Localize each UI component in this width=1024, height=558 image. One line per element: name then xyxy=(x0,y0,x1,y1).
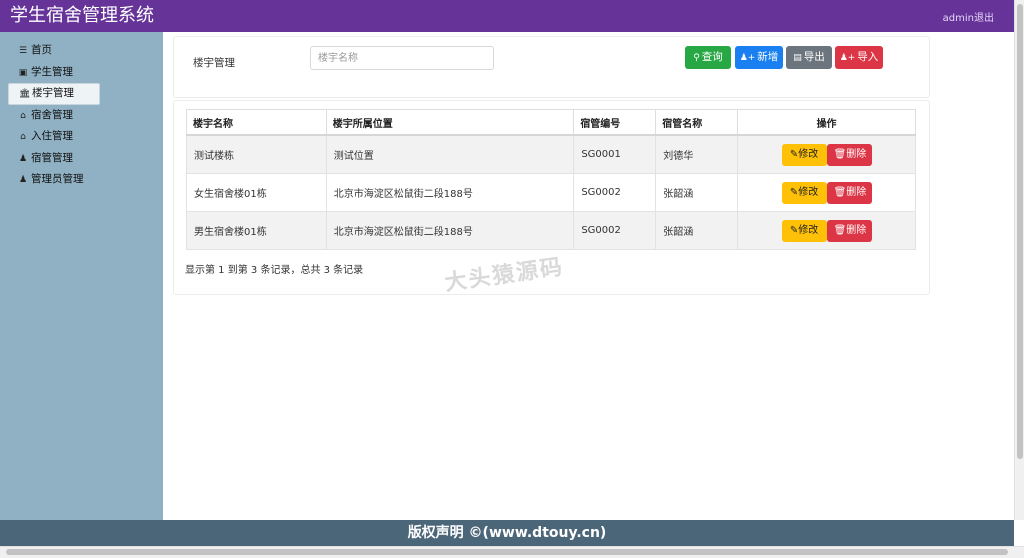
sidebar-item-label: 首页 xyxy=(31,44,52,56)
file-icon: ▤ xyxy=(793,53,802,63)
sidebar-nav: ☰ 首页 ▣ 学生管理 🏛 楼宇管理 ⌂ 宿舍管理 ⌂ 入住管理 ♟ 宿管管理 ♟ 管理员管理 xyxy=(8,40,100,191)
table-header-row: 楼宇名称 楼宇所属位置 宿管编号 宿管名称 操作 xyxy=(186,109,916,136)
horizontal-scrollbar-thumb[interactable] xyxy=(6,549,1008,555)
cell-location: 测试位置 xyxy=(325,134,575,174)
delete-button[interactable]: 🗑删除 xyxy=(826,181,872,204)
cell-manager-id: SG0001 xyxy=(573,134,657,174)
import-button-label: 导入 xyxy=(857,51,879,63)
username-link[interactable]: admin xyxy=(943,13,974,24)
cell-actions: ✎修改 🗑删除 xyxy=(737,134,916,174)
cell-location: 北京市海淀区松鼠街二段188号 xyxy=(325,211,575,250)
trash-icon: 🗑 xyxy=(833,224,847,236)
cell-building-name: 测试楼栋 xyxy=(186,134,327,174)
user-plus-icon: ♟+ xyxy=(839,53,856,63)
edit-button[interactable]: ✎修改 xyxy=(781,181,827,204)
cell-building-name: 女生宿舍楼01栋 xyxy=(186,173,327,212)
cell-manager-name: 张韶涵 xyxy=(655,211,739,250)
building-name-search-input[interactable] xyxy=(310,46,494,70)
add-button-label: 新增 xyxy=(757,51,779,63)
cell-manager-name: 张韶涵 xyxy=(655,173,739,212)
logout-link[interactable]: 退出 xyxy=(974,13,994,24)
user-icon: ♟ xyxy=(18,153,28,164)
import-button[interactable]: ♟+ 导入 xyxy=(835,46,883,69)
horizontal-scrollbar[interactable] xyxy=(0,546,1024,558)
cell-manager-id: SG0002 xyxy=(573,173,657,212)
export-button-label: 导出 xyxy=(803,51,825,63)
search-panel: 楼宇管理 ⚲查询 ♟+新增 ▤导出 ♟+导入 xyxy=(173,36,930,98)
cell-manager-id: SG0002 xyxy=(573,211,657,250)
delete-button-label: 删除 xyxy=(846,148,867,160)
user-plus-icon: ♟+ xyxy=(739,53,756,63)
column-header-name[interactable]: 楼宇名称 xyxy=(186,109,327,136)
home-icon: ⌂ xyxy=(20,110,26,121)
sidebar-item-dorms[interactable]: ⌂ 宿舍管理 xyxy=(8,105,86,127)
home-icon: ⌂ xyxy=(20,132,26,142)
table-row: 测试楼栋 测试位置 SG0001 刘德华 ✎修改 🗑删除 xyxy=(186,134,916,174)
footer: 版权声明 ©(www.dtouy.cn) xyxy=(0,520,1014,546)
pencil-icon: ✎ xyxy=(789,148,799,160)
search-icon: ⚲ xyxy=(693,53,700,63)
cell-building-name: 男生宿舍楼01栋 xyxy=(186,211,327,250)
table-row: 女生宿舍楼01栋 北京市海淀区松鼠街二段188号 SG0002 张韶涵 ✎修改 🗑… xyxy=(186,173,916,212)
edit-button[interactable]: ✎修改 xyxy=(781,143,827,166)
vertical-scrollbar[interactable] xyxy=(1014,0,1024,520)
sidebar-item-label: 宿舍管理 xyxy=(31,108,73,121)
sidebar-item-label: 宿管管理 xyxy=(31,151,73,164)
cell-actions: ✎修改 🗑删除 xyxy=(737,211,916,250)
edit-button-label: 修改 xyxy=(798,224,819,236)
app-title: 学生宿舍管理系统 xyxy=(10,5,154,26)
sidebar-item-label: 学生管理 xyxy=(31,65,73,78)
pencil-icon: ✎ xyxy=(789,186,799,198)
column-header-manager-id[interactable]: 宿管编号 xyxy=(573,109,657,136)
sidebar-item-admins[interactable]: ♟ 管理员管理 xyxy=(8,169,86,191)
trash-icon: 🗑 xyxy=(833,148,847,160)
add-button[interactable]: ♟+ 新增 xyxy=(735,46,783,69)
user-icon: ♟ xyxy=(18,175,28,185)
id-card-icon: ▣ xyxy=(18,67,28,78)
edit-button-label: 修改 xyxy=(798,148,819,160)
search-label: 楼宇管理 xyxy=(193,57,235,69)
cell-location: 北京市海淀区松鼠街二段188号 xyxy=(325,173,575,212)
delete-button[interactable]: 🗑删除 xyxy=(826,143,872,166)
sidebar-item-students[interactable]: ▣ 学生管理 xyxy=(8,62,86,84)
edit-button[interactable]: ✎修改 xyxy=(781,219,827,242)
pagination-summary: 显示第 1 到第 3 条记录，总共 3 条记录 xyxy=(185,265,364,276)
pencil-icon: ✎ xyxy=(789,224,799,236)
query-button[interactable]: ⚲ 查询 xyxy=(685,46,731,69)
column-header-actions: 操作 xyxy=(737,109,916,136)
top-bar: 学生宿舍管理系统 admin退出 xyxy=(0,0,1014,32)
user-menu: admin退出 xyxy=(943,9,994,24)
column-header-location[interactable]: 楼宇所属位置 xyxy=(325,109,575,136)
sidebar-item-label: 入住管理 xyxy=(31,130,73,142)
trash-icon: 🗑 xyxy=(833,186,847,198)
delete-button[interactable]: 🗑删除 xyxy=(826,219,872,242)
sidebar-item-label: 管理员管理 xyxy=(31,173,84,185)
cell-actions: ✎修改 🗑删除 xyxy=(737,173,916,212)
export-button[interactable]: ▤ 导出 xyxy=(786,46,832,69)
sidebar-item-checkin[interactable]: ⌂ 入住管理 xyxy=(8,126,86,148)
building-icon: 🏛 xyxy=(19,89,31,99)
sidebar-item-home[interactable]: ☰ 首页 xyxy=(8,40,86,62)
table-row: 男生宿舍楼01栋 北京市海淀区松鼠街二段188号 SG0002 张韶涵 ✎修改 🗑… xyxy=(186,211,916,250)
buildings-table: 楼宇名称 楼宇所属位置 宿管编号 宿管名称 操作 测试楼栋 测试位置 SG000… xyxy=(186,109,916,250)
query-button-label: 查询 xyxy=(701,51,723,63)
edit-button-label: 修改 xyxy=(798,186,819,198)
bars-icon: ☰ xyxy=(18,46,28,56)
sidebar-item-supervisors[interactable]: ♟ 宿管管理 xyxy=(8,148,86,170)
sidebar-item-buildings[interactable]: 🏛 楼宇管理 xyxy=(8,83,100,105)
column-header-manager-name[interactable]: 宿管名称 xyxy=(655,109,739,136)
sidebar: ☰ 首页 ▣ 学生管理 🏛 楼宇管理 ⌂ 宿舍管理 ⌂ 入住管理 ♟ 宿管管理 ♟ 管理员管理 xyxy=(0,32,163,520)
vertical-scrollbar-thumb[interactable] xyxy=(1017,4,1023,459)
delete-button-label: 删除 xyxy=(846,224,867,236)
sidebar-item-label: 楼宇管理 xyxy=(32,87,74,99)
main-content: 楼宇管理 ⚲查询 ♟+新增 ▤导出 ♟+导入 楼宇名称 楼宇所属位置 宿管编号 xyxy=(163,32,1014,520)
cell-manager-name: 刘德华 xyxy=(655,134,739,174)
delete-button-label: 删除 xyxy=(846,186,867,198)
